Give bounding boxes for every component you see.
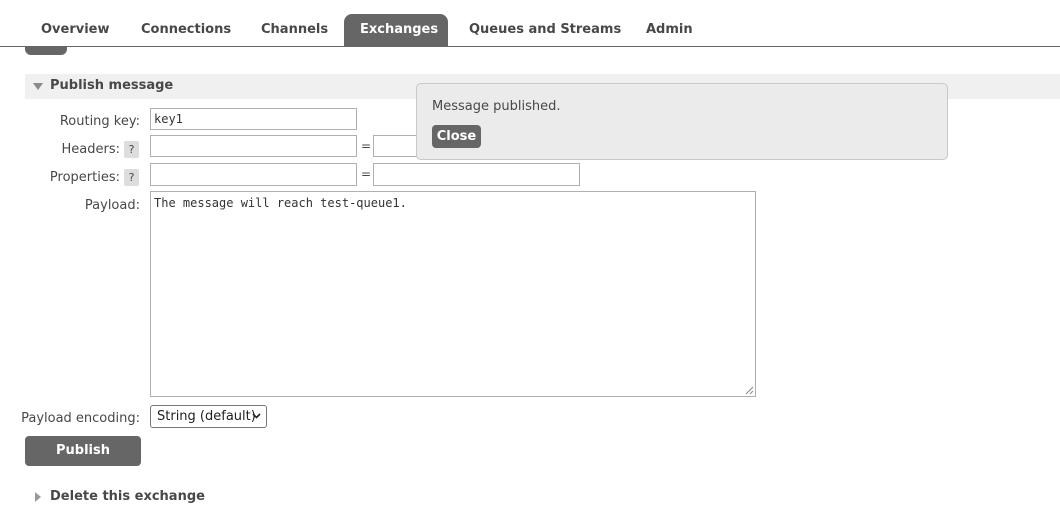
collapsed-button-edge bbox=[25, 47, 67, 55]
chevron-down-icon bbox=[252, 413, 261, 419]
property-value-input[interactable] bbox=[373, 163, 580, 186]
triangle-right-icon bbox=[35, 492, 41, 502]
tab-overview[interactable]: Overview bbox=[25, 14, 126, 46]
property-key-input[interactable] bbox=[150, 163, 357, 186]
tab-connections[interactable]: Connections bbox=[125, 14, 247, 46]
delete-exchange-section-header[interactable]: Delete this exchange bbox=[50, 489, 205, 504]
close-button[interactable]: Close bbox=[432, 125, 481, 148]
properties-help-button[interactable]: ? bbox=[124, 169, 139, 186]
headers-help-button[interactable]: ? bbox=[124, 141, 139, 158]
top-navigation: Overview Connections Channels Exchanges … bbox=[0, 0, 1060, 47]
routing-key-input[interactable]: key1 bbox=[150, 108, 357, 130]
payload-encoding-select[interactable]: String (default) bbox=[150, 405, 267, 428]
tab-queues-and-streams[interactable]: Queues and Streams bbox=[453, 14, 637, 46]
tab-admin[interactable]: Admin bbox=[630, 14, 709, 46]
resize-grip-icon[interactable] bbox=[745, 386, 754, 395]
publish-message-title: Publish message bbox=[50, 78, 174, 93]
tab-channels[interactable]: Channels bbox=[245, 14, 344, 46]
message-published-popup: Message published. Close bbox=[416, 83, 948, 160]
routing-key-label: Routing key: bbox=[59, 114, 140, 129]
payload-encoding-value: String (default) bbox=[157, 409, 256, 424]
headers-label: Headers: bbox=[61, 142, 121, 157]
header-key-input[interactable] bbox=[150, 135, 357, 157]
payload-text: The message will reach test-queue1. bbox=[154, 196, 407, 210]
publish-message-button[interactable]: Publish message bbox=[25, 436, 141, 488]
triangle-down-icon bbox=[33, 83, 43, 90]
payload-textarea[interactable]: The message will reach test-queue1. bbox=[150, 191, 756, 397]
popup-message: Message published. bbox=[432, 99, 561, 114]
properties-equals-sign: = bbox=[361, 167, 372, 181]
headers-equals-sign: = bbox=[361, 139, 372, 153]
payload-label: Payload: bbox=[84, 198, 140, 213]
tab-exchanges[interactable]: Exchanges bbox=[344, 14, 448, 46]
payload-encoding-label: Payload encoding: bbox=[21, 411, 140, 426]
properties-label: Properties: bbox=[49, 170, 120, 185]
